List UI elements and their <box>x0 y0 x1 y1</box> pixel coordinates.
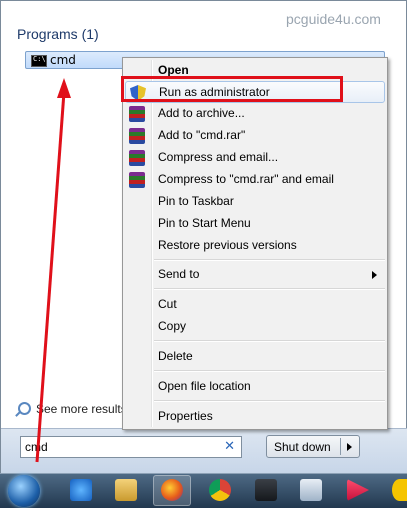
menu-separator <box>154 340 385 342</box>
shutdown-label: Shut down <box>274 440 331 454</box>
menu-item-send-to[interactable]: Send to <box>125 264 385 286</box>
internet-explorer-icon[interactable] <box>70 479 92 501</box>
program-label: cmd <box>50 53 76 67</box>
start-orb-icon[interactable] <box>8 475 40 507</box>
menu-item-label: Properties <box>158 409 213 423</box>
menu-separator <box>154 370 385 372</box>
menu-separator <box>154 259 385 261</box>
search-input[interactable] <box>25 439 215 455</box>
menu-item-label: Copy <box>158 319 187 333</box>
search-box[interactable]: ✕ <box>20 436 242 458</box>
shutdown-options-arrow-icon[interactable] <box>347 443 352 451</box>
menu-item-label: Open <box>158 63 189 77</box>
menu-item-label: Open file location <box>158 379 251 393</box>
menu-item-label: Compress and email... <box>158 150 279 164</box>
context-menu: Open Run as administrator Add to archive… <box>122 57 388 430</box>
winrar-icon <box>129 172 145 188</box>
menu-item-label: Pin to Start Menu <box>158 216 251 230</box>
uac-shield-icon <box>130 85 146 101</box>
menu-separator <box>154 288 385 290</box>
app-icon[interactable] <box>392 479 407 501</box>
menu-item-label: Send to <box>158 267 200 281</box>
shutdown-button[interactable]: Shut down <box>266 435 360 458</box>
winrar-icon <box>129 128 145 144</box>
menu-item-label: Add to "cmd.rar" <box>158 128 246 142</box>
menu-item-label: Add to archive... <box>158 106 245 120</box>
menu-item-label: Restore previous versions <box>158 238 297 252</box>
menu-item-run-as-administrator[interactable]: Run as administrator <box>125 81 385 103</box>
menu-item-copy[interactable]: Copy <box>125 316 385 338</box>
watermark: pcguide4u.com <box>286 11 381 27</box>
menu-item-restore-previous-versions[interactable]: Restore previous versions <box>125 235 385 257</box>
menu-item-cut[interactable]: Cut <box>125 294 385 316</box>
menu-item-add-to-archive[interactable]: Add to archive... <box>125 103 385 125</box>
winrar-icon <box>129 106 145 122</box>
menu-item-open-file-location[interactable]: Open file location <box>125 376 385 398</box>
menu-item-label: Run as administrator <box>159 85 270 99</box>
chrome-icon[interactable] <box>209 479 231 501</box>
menu-separator <box>154 400 385 402</box>
programs-section-title: Programs (1) <box>17 26 99 42</box>
menu-item-open[interactable]: Open <box>125 60 385 82</box>
menu-item-pin-to-start-menu[interactable]: Pin to Start Menu <box>125 213 385 235</box>
cmd-icon <box>31 55 47 67</box>
menu-item-label: Delete <box>158 349 193 363</box>
menu-item-pin-to-taskbar[interactable]: Pin to Taskbar <box>125 191 385 213</box>
submenu-arrow-icon <box>372 271 377 279</box>
notepad-icon[interactable] <box>300 479 322 501</box>
menu-item-label: Cut <box>158 297 177 311</box>
menu-item-compress-and-email[interactable]: Compress and email... <box>125 147 385 169</box>
media-player-icon[interactable] <box>255 479 277 501</box>
menu-item-label: Compress to "cmd.rar" and email <box>158 172 334 186</box>
winrar-icon <box>129 150 145 166</box>
menu-item-add-to-rar[interactable]: Add to "cmd.rar" <box>125 125 385 147</box>
menu-item-label: Pin to Taskbar <box>158 194 234 208</box>
taskbar <box>0 473 407 508</box>
menu-item-compress-rar-email[interactable]: Compress to "cmd.rar" and email <box>125 169 385 191</box>
firefox-icon[interactable] <box>161 479 183 501</box>
shutdown-divider <box>340 438 341 455</box>
menu-item-properties[interactable]: Properties <box>125 406 385 428</box>
see-more-results-link[interactable]: See more results <box>36 402 127 416</box>
file-explorer-icon[interactable] <box>115 479 137 501</box>
clear-search-icon[interactable]: ✕ <box>224 439 235 454</box>
menu-item-delete[interactable]: Delete <box>125 346 385 368</box>
search-icon <box>18 402 31 415</box>
